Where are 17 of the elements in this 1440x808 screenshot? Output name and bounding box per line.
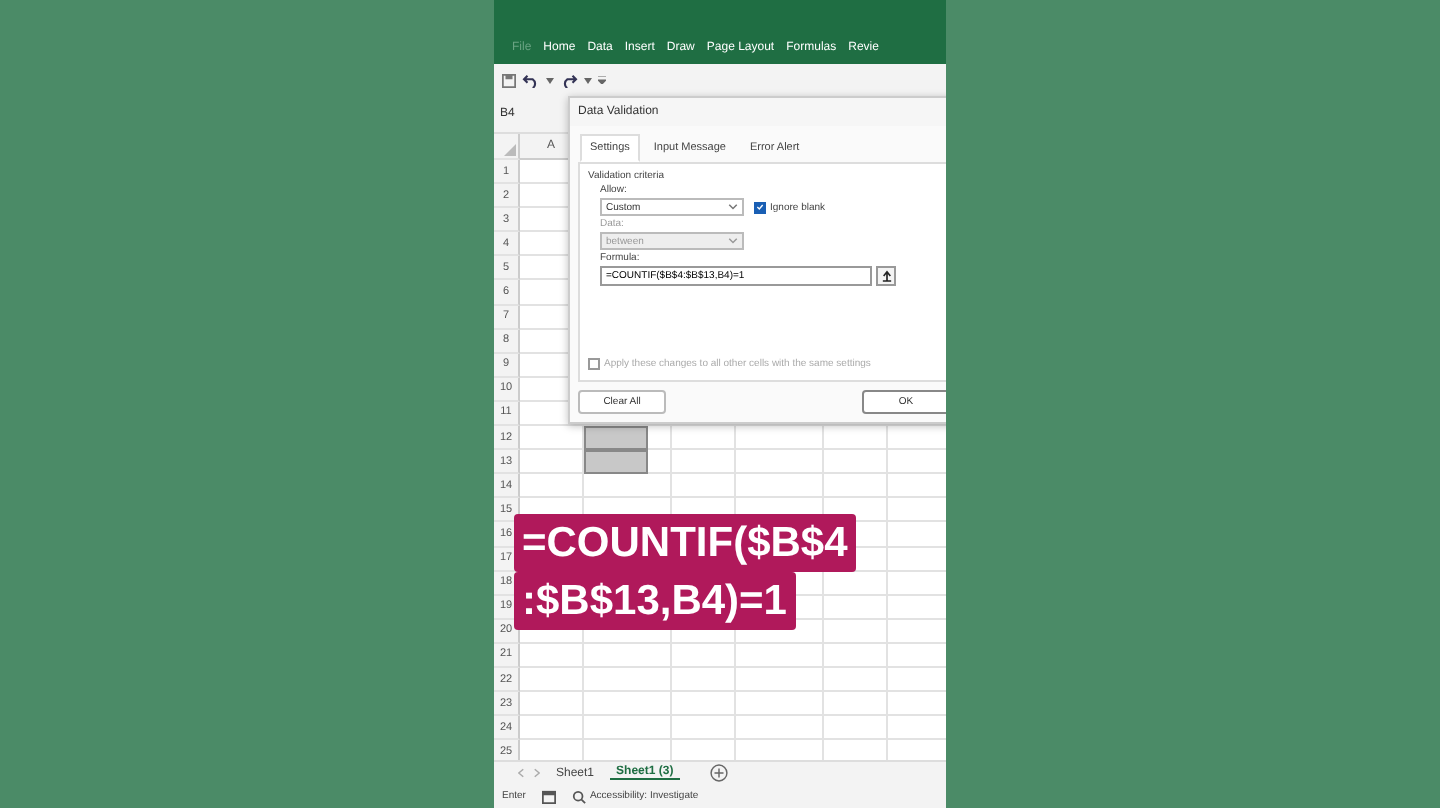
selected-cell[interactable] [584,450,648,475]
caret-icon[interactable] [546,77,554,83]
save-icon[interactable] [502,73,516,87]
undo-icon[interactable] [522,73,540,87]
redo-icon[interactable] [560,73,578,87]
upload-arrow-icon [881,270,891,282]
customize-icon[interactable] [598,76,606,84]
collapse-button[interactable] [876,266,896,286]
caption-overlay: =COUNTIF($B$4 [514,514,856,572]
chevron-icon [728,204,738,210]
calendar-icon[interactable] [541,789,556,803]
caption-overlay: :$B$13,B4)=1 [514,572,795,630]
selected-cell[interactable] [584,426,648,451]
accessibility-icon [571,789,586,803]
caret-icon[interactable] [584,77,592,83]
add-sheet-icon[interactable] [709,764,728,782]
chevron-icon [728,238,738,244]
